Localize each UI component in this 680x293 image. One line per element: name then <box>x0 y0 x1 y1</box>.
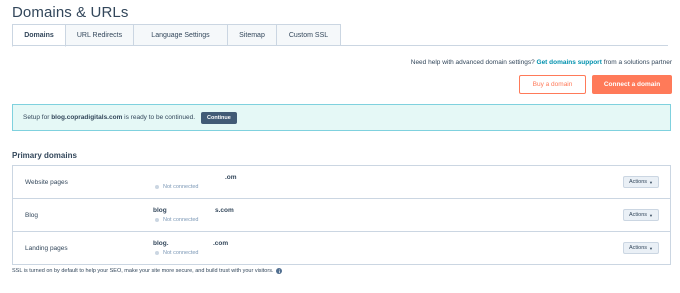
domain-prefix: blog <box>153 207 167 214</box>
alert-domain: blog.copradigitals.com <box>51 114 123 121</box>
help-prefix: Need help with advanced domain settings? <box>410 59 535 66</box>
row-label: Landing pages <box>25 245 68 252</box>
status-text: Not connected <box>163 217 199 223</box>
ssl-note-text: SSL is turned on by default to help your… <box>12 268 274 274</box>
setup-alert: Setup for blog.copradigitals.com is read… <box>12 104 671 131</box>
domain-suffix: .om <box>225 174 237 181</box>
row-label: Blog <box>25 212 39 219</box>
tab-custom-ssl[interactable]: Custom SSL <box>277 24 341 46</box>
help-suffix: from a solutions partner <box>603 59 672 66</box>
status-text: Not connected <box>163 184 199 190</box>
tab-divider <box>12 45 668 46</box>
continue-button[interactable]: Continue <box>201 111 237 124</box>
actions-label: Actions <box>628 212 648 218</box>
caret-down-icon: ▼ <box>649 212 653 218</box>
row-label: Website pages <box>25 179 68 186</box>
table-row: Landing pages blog. .com Not connected A… <box>13 232 670 264</box>
actions-button[interactable]: Actions ▼ <box>623 209 659 221</box>
status-dot-icon <box>155 218 159 222</box>
actions-button[interactable]: Actions ▼ <box>623 176 659 188</box>
actions-label: Actions <box>628 245 648 251</box>
tab-domains[interactable]: Domains <box>12 24 66 47</box>
connection-status: Not connected <box>155 217 198 223</box>
actions-button[interactable]: Actions ▼ <box>623 242 659 254</box>
primary-domains-table: Website pages .om Not connected Actions ▼… <box>12 165 671 265</box>
domain-suffix: s.com <box>215 207 234 214</box>
actions-label: Actions <box>628 179 648 185</box>
caret-down-icon: ▼ <box>649 245 653 251</box>
table-row: Website pages .om Not connected Actions ▼ <box>13 166 670 199</box>
tab-url-redirects[interactable]: URL Redirects <box>66 24 134 46</box>
status-dot-icon <box>155 185 159 189</box>
page-title: Domains & URLs <box>12 4 129 21</box>
info-icon[interactable]: i <box>276 268 283 274</box>
table-row: Blog blog s.com Not connected Actions ▼ <box>13 199 670 232</box>
alert-prefix: Setup for <box>23 114 50 121</box>
connect-domain-button[interactable]: Connect a domain <box>592 75 672 94</box>
help-text: Need help with advanced domain settings?… <box>411 59 672 66</box>
domain-suffix: .com <box>213 240 229 247</box>
connection-status: Not connected <box>155 250 198 256</box>
status-text: Not connected <box>163 250 199 256</box>
caret-down-icon: ▼ <box>649 179 653 185</box>
buy-domain-button[interactable]: Buy a domain <box>519 75 586 94</box>
ssl-note: SSL is turned on by default to help your… <box>12 268 283 274</box>
domains-support-link[interactable]: Get domains support <box>537 59 602 66</box>
alert-suffix: is ready to be continued. <box>124 114 195 121</box>
status-dot-icon <box>155 251 159 255</box>
tab-sitemap[interactable]: Sitemap <box>228 24 277 46</box>
connection-status: Not connected <box>155 184 198 190</box>
domain-prefix: blog. <box>153 240 169 247</box>
tab-language-settings[interactable]: Language Settings <box>134 24 228 46</box>
primary-domains-heading: Primary domains <box>12 151 77 160</box>
tab-bar: Domains URL Redirects Language Settings … <box>12 24 341 47</box>
